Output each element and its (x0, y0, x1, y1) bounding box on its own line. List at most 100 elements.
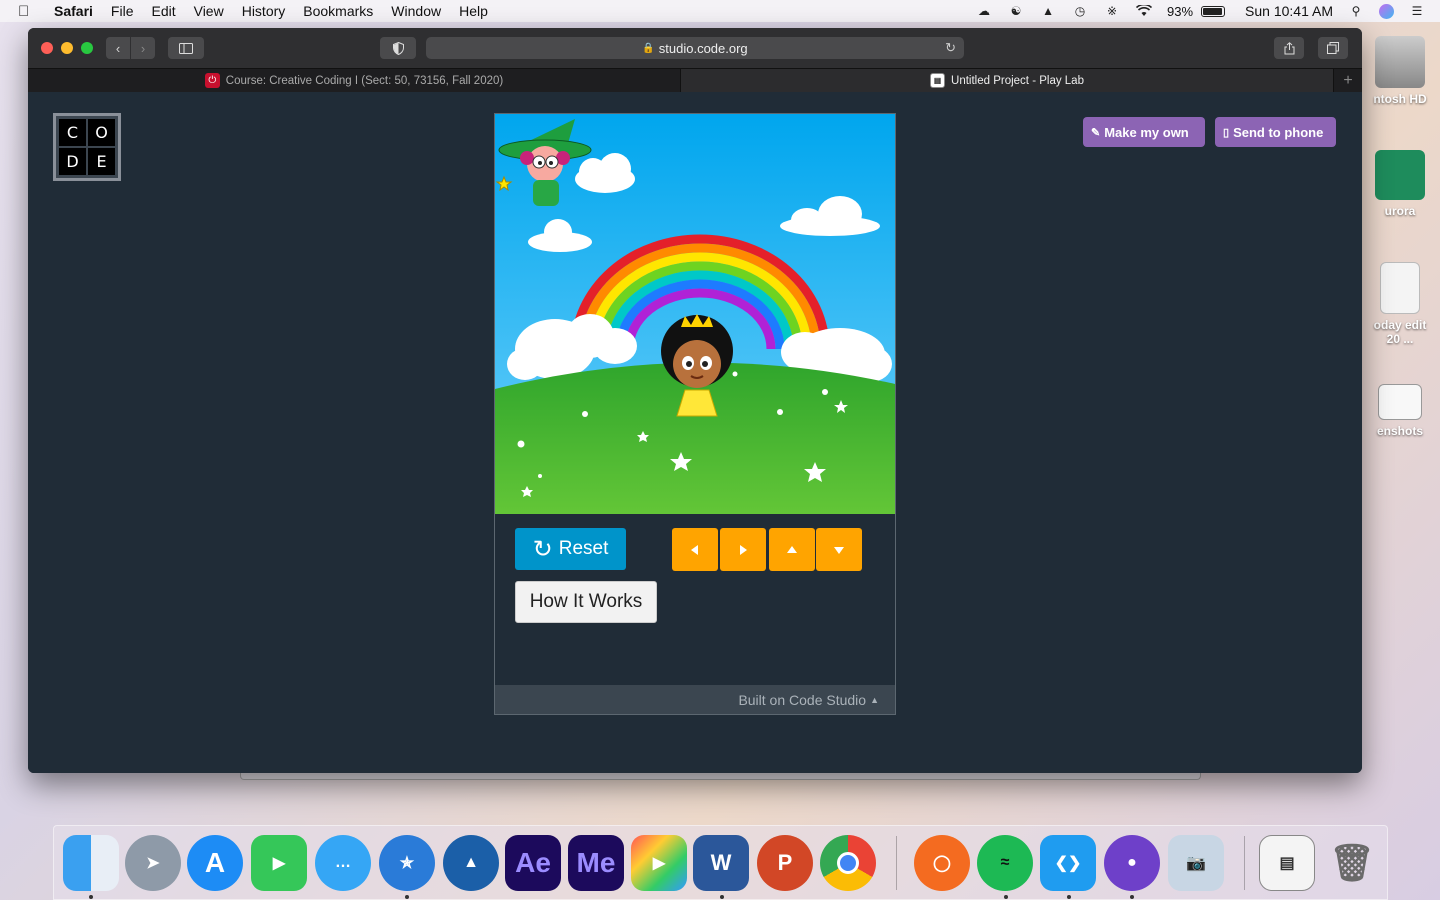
menu-app-name[interactable]: Safari (54, 3, 93, 19)
safari-window: ‹ › 🔒 studio.code.org ↻ ⏻ Course: Creati… (28, 28, 1362, 773)
share-icon (1284, 41, 1294, 54)
tabs-overview-icon (1327, 42, 1339, 54)
page-content: C O D E ✎ Make my own ▯ Send to phone ↻ … (28, 92, 1362, 773)
preview-icon[interactable]: 📷 (1168, 835, 1224, 891)
share-button[interactable] (1274, 37, 1304, 59)
built-on-footer[interactable]: Built on Code Studio ▲ (495, 685, 895, 714)
lock-icon: 🔒 (642, 42, 655, 54)
right-arrow-button[interactable] (720, 528, 766, 571)
safari-icon[interactable]: ✯ (379, 835, 435, 891)
wifi-icon[interactable] (1135, 4, 1153, 18)
down-arrow-button[interactable] (816, 528, 862, 571)
up-arrow-button[interactable] (769, 528, 815, 571)
desktop-icon-aurora[interactable]: urora (1360, 150, 1440, 218)
media-encoder-icon[interactable]: Me (568, 835, 624, 891)
tab-title: Course: Creative Coding I (Sect: 50, 731… (225, 74, 504, 87)
origin-icon[interactable]: ◯ (914, 835, 970, 891)
how-it-works-button[interactable]: How It Works (515, 581, 657, 623)
menu-help[interactable]: Help (459, 3, 488, 19)
running-indicator (1130, 895, 1134, 899)
desktop-icon-sublabel: 20 ... (1386, 332, 1414, 346)
back-button[interactable]: ‹ (106, 37, 130, 59)
sidebar-toggle-button[interactable] (168, 37, 204, 59)
desktop-icon-label: enshots (1376, 424, 1423, 438)
spotify-icon[interactable]: ≈ (977, 835, 1033, 891)
background-window-edge (240, 772, 1201, 780)
address-bar[interactable]: 🔒 studio.code.org ↻ (426, 37, 964, 59)
final-cut-pro-icon[interactable]: ▶ (631, 835, 687, 891)
menu-history[interactable]: History (242, 3, 286, 19)
left-arrow-button[interactable] (672, 528, 718, 571)
code-org-logo[interactable]: C O D E (53, 113, 121, 181)
minimize-window-button[interactable] (61, 42, 73, 54)
tab-course[interactable]: ⏻ Course: Creative Coding I (Sect: 50, 7… (28, 69, 681, 92)
phone-icon: ▯ (1223, 126, 1230, 139)
battery-percent: 93% (1167, 3, 1194, 19)
desktop-icon-screenshots[interactable]: enshots (1360, 384, 1440, 438)
logo-letter: E (88, 148, 115, 175)
github-desktop-icon[interactable]: ● (1104, 835, 1160, 891)
close-window-button[interactable] (41, 42, 53, 54)
show-tabs-button[interactable] (1318, 37, 1348, 59)
right-arrow-icon (740, 544, 747, 555)
notification-center-icon[interactable]: ☰ (1408, 4, 1426, 18)
menu-file[interactable]: File (111, 3, 134, 19)
hard-drive-icon (1375, 36, 1425, 88)
word-icon[interactable]: W (693, 835, 749, 891)
tab-play-lab[interactable]: ▦ Untitled Project - Play Lab (681, 69, 1334, 92)
game-controls: ↻ Reset How It Works (495, 514, 895, 686)
mountain-app-icon[interactable]: ▲ (443, 835, 499, 891)
send-to-phone-label: Send to phone (1233, 124, 1324, 140)
down-arrow-icon (834, 546, 844, 554)
up-arrow-icon (787, 545, 797, 553)
reset-label: Reset (558, 538, 609, 559)
desktop-icon-label: ntosh HD (1373, 92, 1427, 106)
after-effects-icon[interactable]: Ae (505, 835, 561, 891)
game-scene (495, 114, 895, 514)
menu-bookmarks[interactable]: Bookmarks (303, 3, 373, 19)
vscode-icon[interactable]: ❮❯ (1040, 835, 1096, 891)
messages-icon[interactable]: … (315, 835, 371, 891)
desktop-icon-mov[interactable]: oday edit 20 ... (1360, 262, 1440, 346)
facetime-icon[interactable]: ▶ (251, 835, 307, 891)
apple-icon[interactable]:  (18, 3, 38, 20)
spotlight-search-icon[interactable]: ⚲ (1347, 4, 1365, 18)
running-indicator (1004, 895, 1008, 899)
clock[interactable]: Sun 10:41 AM (1245, 3, 1333, 19)
mountain-icon[interactable]: ▲ (1039, 4, 1057, 18)
siri-icon[interactable] (1379, 3, 1394, 19)
launchpad-icon[interactable]: ➤ (125, 835, 181, 891)
sidebar-icon (179, 42, 193, 54)
reset-button[interactable]: ↻ Reset (515, 528, 626, 570)
reload-icon[interactable]: ↻ (945, 40, 956, 56)
movie-file-icon (1380, 262, 1420, 314)
creative-cloud-icon[interactable]: ☁ (975, 4, 993, 18)
bluetooth-icon[interactable]: ※ (1103, 4, 1121, 18)
menu-edit[interactable]: Edit (151, 3, 175, 19)
screen-window-icon[interactable]: ▤ (1259, 835, 1315, 891)
running-indicator (720, 895, 724, 899)
desktop-icon-hd[interactable]: ntosh HD (1360, 36, 1440, 106)
reset-icon: ↻ (532, 535, 553, 563)
powerpoint-icon[interactable]: P (757, 835, 813, 891)
dock: ➤ A ▶ … ✯ ▲ Ae Me ▶ W P ◯ ≈ ❮❯ ● 📷 ▤ 🗑 (53, 825, 1388, 900)
window-controls (41, 42, 101, 54)
send-to-phone-button[interactable]: ▯ Send to phone (1215, 117, 1336, 147)
game-stage[interactable] (495, 114, 895, 514)
app-store-icon[interactable]: A (187, 835, 243, 891)
edit-icon: ✎ (1091, 126, 1101, 139)
how-it-works-label: How It Works (529, 591, 643, 612)
battery-icon[interactable] (1201, 5, 1226, 17)
time-machine-icon[interactable]: ◷ (1071, 4, 1089, 18)
trash-icon[interactable]: 🗑 (1324, 835, 1380, 891)
chrome-icon[interactable] (820, 835, 876, 891)
menu-window[interactable]: Window (391, 3, 441, 19)
forward-button[interactable]: › (131, 37, 155, 59)
finder-icon[interactable] (63, 835, 119, 891)
zoom-window-button[interactable] (81, 42, 93, 54)
sync-icon[interactable]: ☯ (1007, 4, 1025, 18)
menu-view[interactable]: View (194, 3, 224, 19)
make-my-own-button[interactable]: ✎ Make my own (1083, 117, 1205, 147)
new-tab-button[interactable]: + (1334, 69, 1362, 92)
privacy-shield-button[interactable] (380, 37, 416, 59)
